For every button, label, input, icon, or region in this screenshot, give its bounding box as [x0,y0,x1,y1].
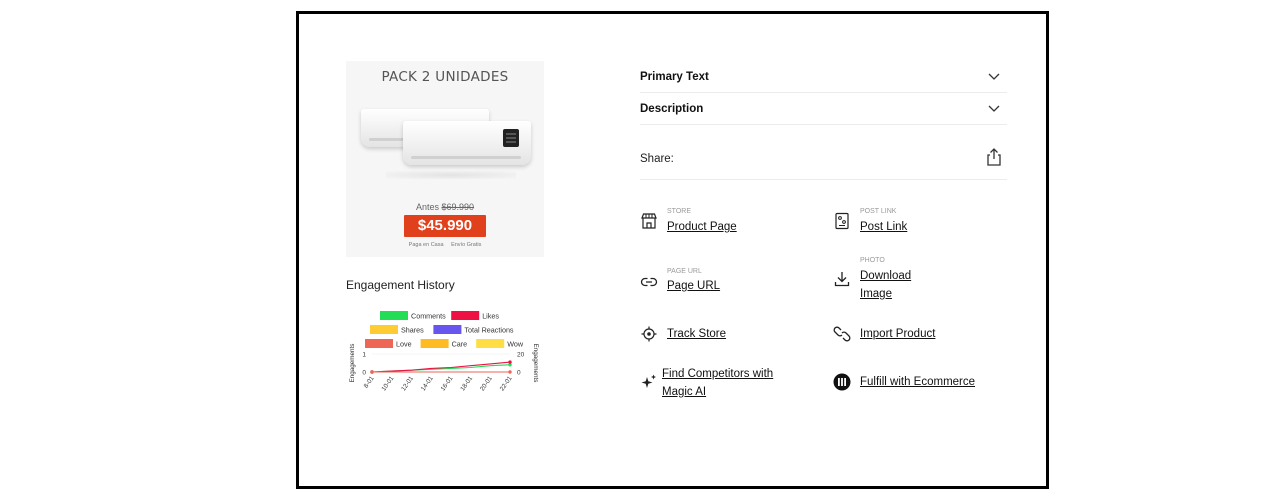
store-icon [641,213,657,229]
product-page-action: STORE Product Page [640,208,790,238]
find-competitors-link-line1[interactable]: Find Competitors with [662,365,773,383]
primary-text-accordion[interactable]: Primary Text [640,61,1007,93]
post-link-caption: POST LINK [860,208,897,215]
fulfill-ecommerce-link[interactable]: Fulfill with Ecommerce [860,373,975,391]
image-link[interactable]: Image [860,285,892,303]
product-detail-card: PACK 2 UNIDADES Antes $69.990 $45.990 Pa… [296,11,1049,489]
legend-swatch-comments [380,311,408,320]
product-image: PACK 2 UNIDADES Antes $69.990 $45.990 Pa… [346,61,544,257]
badge-ship: Envío Gratis [451,242,482,248]
find-competitors-link-line2[interactable]: Magic AI [662,383,706,401]
find-competitors-action: Find Competitors with Magic AI [640,365,800,401]
chevron-down-icon [988,73,1000,80]
legend-label-wow: Wow [507,340,524,349]
right-tick-label: 20 [517,352,525,359]
description-accordion[interactable]: Description [640,93,1007,125]
legend-label-likes: Likes [482,312,499,321]
download-link[interactable]: Download [860,267,911,285]
ecommerce-logo-icon [833,373,851,391]
y2-axis-label: Engagements [532,344,539,383]
photo-caption: PHOTO [860,257,885,264]
x-tick-label: 8-01 [363,375,376,390]
product-badges: Paga en Casa Envío Gratis [346,242,544,248]
x-tick-label: 10-01 [380,375,395,393]
fulfill-ecommerce-action: Fulfill with Ecommerce [833,373,1003,393]
x-tick-label: 18-01 [459,375,474,393]
post-link-action: POST LINK Post Link [833,208,983,238]
product-page-link[interactable]: Product Page [667,218,737,236]
page-url-caption: PAGE URL [667,268,702,275]
sparkle-icon [641,374,656,388]
post-link-icon [835,212,849,230]
post-link-link[interactable]: Post Link [860,218,907,236]
legend-swatch-total-reactions [433,325,462,334]
legend-swatch-wow [476,339,505,348]
old-price-prefix: Antes [415,202,439,212]
primary-text-label: Primary Text [640,71,709,83]
x-tick-label: 16-01 [440,375,455,393]
series-line-likes [371,361,511,373]
old-price-line: Antes $69.990 [346,202,544,212]
series-point-love [508,370,512,374]
description-label: Description [640,103,704,115]
left-tick-label: 1 [362,352,366,359]
y-axis-label: Engagements [349,344,356,383]
page-url-link[interactable]: Page URL [667,277,720,295]
old-price: $69.990 [441,202,475,212]
legend-label-shares: Shares [401,326,424,335]
x-tick-label: 20-01 [479,375,494,393]
legend-label-total-reactions: Total Reactions [464,326,514,335]
x-tick-label: 12-01 [400,375,415,393]
download-image-action: PHOTO Download Image [833,257,983,305]
target-icon [641,326,657,342]
legend-label-love: Love [396,340,412,349]
page-url-action: PAGE URL Page URL [640,268,790,298]
engagement-chart: Comments Likes Shares Total Reactions Love Ca… [349,311,539,393]
track-store-link[interactable]: Track Store [667,325,726,343]
sale-price: $45.990 [404,215,486,237]
legend-label-care: Care [452,340,468,349]
legend-swatch-likes [451,311,480,320]
legend-label-comments: Comments [411,312,446,321]
left-tick-label: 0 [362,370,366,377]
series-point-love [370,370,374,374]
badge-pay: Paga en Casa [408,242,444,248]
link-icon [640,277,658,287]
download-icon [834,272,850,287]
share-icon[interactable] [985,147,1003,167]
store-caption: STORE [667,208,691,215]
import-link-icon [833,326,851,342]
x-tick-label: 14-01 [420,375,435,393]
track-store-action: Track Store [640,325,790,345]
x-tick-label: 22-01 [499,375,514,393]
chevron-down-icon [988,105,1000,112]
import-product-action: Import Product [833,325,983,345]
series-point-likes [508,360,512,364]
legend-swatch-shares [370,325,398,334]
air-conditioner-front [403,121,531,165]
legend-swatch-care [420,339,449,348]
right-tick-label: 0 [517,370,521,377]
legend-swatch-love [365,339,393,348]
engagement-history-title: Engagement History [346,278,455,292]
product-image-title: PACK 2 UNIDADES [381,69,509,85]
import-product-link[interactable]: Import Product [860,325,935,343]
share-row: Share: [640,144,1007,180]
share-label: Share: [640,153,674,165]
